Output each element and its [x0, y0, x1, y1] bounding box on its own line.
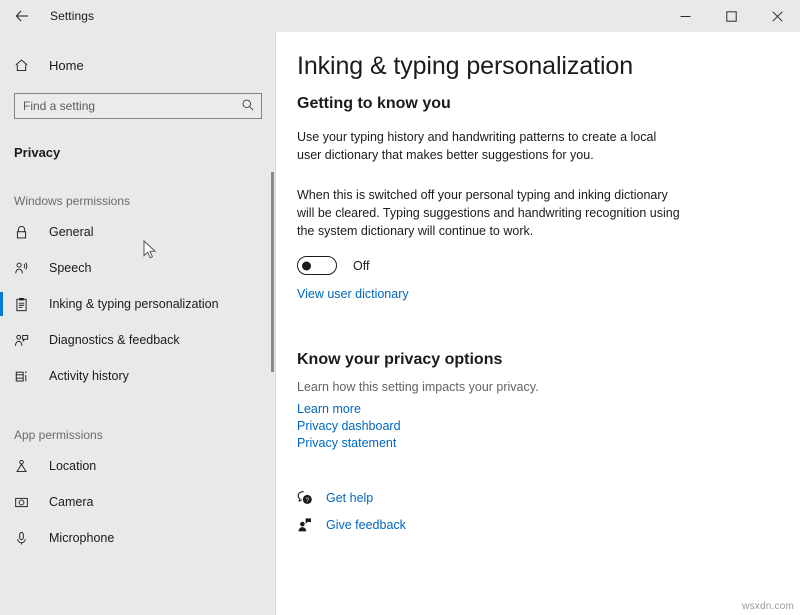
sidebar-item-home-label: Home: [49, 58, 84, 73]
speech-person-icon: [14, 261, 34, 276]
sidebar-item-microphone[interactable]: Microphone: [0, 520, 276, 556]
sidebar-scrollbar[interactable]: [271, 172, 274, 372]
feedback-person-icon: [297, 517, 317, 533]
lock-icon: [14, 225, 34, 240]
inking-typing-toggle-row: Off: [276, 240, 800, 275]
paragraph-switched-off: When this is switched off your personal …: [276, 164, 682, 240]
home-icon: [14, 58, 36, 73]
view-user-dictionary-row: View user dictionary: [276, 275, 800, 303]
camera-icon: [14, 495, 34, 510]
toggle-knob: [302, 261, 311, 270]
sidebar-item-camera-label: Camera: [49, 495, 93, 509]
inking-typing-toggle[interactable]: [297, 256, 337, 275]
sidebar-group-label-windows-permissions: Windows permissions: [0, 194, 276, 208]
activity-history-icon: [14, 369, 34, 384]
page-title: Inking & typing personalization: [276, 32, 800, 81]
sidebar-item-inking-typing-personalization-label: Inking & typing personalization: [49, 297, 219, 311]
section-heading-privacy-options: Know your privacy options: [276, 303, 800, 369]
privacy-statement-link[interactable]: Privacy statement: [297, 436, 800, 450]
svg-text:?: ?: [306, 497, 310, 504]
view-user-dictionary-link[interactable]: View user dictionary: [297, 287, 409, 301]
search-input[interactable]: [14, 93, 262, 119]
toggle-state-label: Off: [353, 259, 369, 273]
privacy-dashboard-link[interactable]: Privacy dashboard: [297, 419, 800, 433]
back-button[interactable]: [0, 0, 44, 32]
search-icon[interactable]: [241, 98, 255, 117]
sidebar-item-general[interactable]: General: [0, 214, 276, 250]
help-bubble-icon: ?: [297, 490, 317, 506]
location-icon: [14, 459, 34, 474]
get-help-link[interactable]: Get help: [326, 491, 373, 505]
sidebar-item-camera[interactable]: Camera: [0, 484, 276, 520]
close-button[interactable]: [754, 0, 800, 32]
sidebar-item-speech-label: Speech: [49, 261, 91, 275]
clipboard-icon: [14, 297, 34, 312]
get-help-row[interactable]: ? Get help: [297, 490, 800, 506]
app-title: Settings: [50, 9, 94, 23]
main-content: Inking & typing personalization Getting …: [276, 32, 800, 615]
title-bar: Settings: [0, 0, 800, 32]
person-feedback-icon: [14, 333, 34, 348]
watermark: wsxdn.com: [742, 601, 794, 612]
sidebar-item-diagnostics-feedback-label: Diagnostics & feedback: [49, 333, 180, 347]
sidebar-section-title: Privacy: [0, 145, 276, 160]
title-bar-left: Settings: [0, 0, 94, 32]
sidebar-item-activity-history-label: Activity history: [49, 369, 129, 383]
sidebar-item-location[interactable]: Location: [0, 448, 276, 484]
sidebar: Home Privacy Windows permissions General: [0, 32, 276, 615]
sidebar-item-diagnostics-feedback[interactable]: Diagnostics & feedback: [0, 322, 276, 358]
sidebar-item-general-label: General: [49, 225, 93, 239]
microphone-icon: [14, 531, 34, 546]
search-container: [14, 93, 262, 119]
sidebar-item-home[interactable]: Home: [0, 50, 276, 80]
sidebar-item-activity-history[interactable]: Activity history: [0, 358, 276, 394]
settings-window: Settings: [0, 0, 800, 615]
give-feedback-link[interactable]: Give feedback: [326, 518, 406, 532]
privacy-links: Learn more Privacy dashboard Privacy sta…: [276, 394, 800, 450]
privacy-options-note: Learn how this setting impacts your priv…: [276, 369, 800, 394]
sidebar-item-inking-typing-personalization[interactable]: Inking & typing personalization: [0, 286, 276, 322]
learn-more-link[interactable]: Learn more: [297, 402, 800, 416]
window-controls: [662, 0, 800, 32]
help-block: ? Get help Give feedback: [276, 453, 800, 533]
sidebar-item-speech[interactable]: Speech: [0, 250, 276, 286]
sidebar-item-location-label: Location: [49, 459, 96, 473]
section-heading-getting-to-know-you: Getting to know you: [276, 81, 800, 113]
paragraph-typing-history: Use your typing history and handwriting …: [276, 113, 682, 164]
maximize-button[interactable]: [708, 0, 754, 32]
minimize-button[interactable]: [662, 0, 708, 32]
sidebar-item-microphone-label: Microphone: [49, 531, 114, 545]
give-feedback-row[interactable]: Give feedback: [297, 517, 800, 533]
sidebar-group-label-app-permissions: App permissions: [0, 428, 276, 442]
